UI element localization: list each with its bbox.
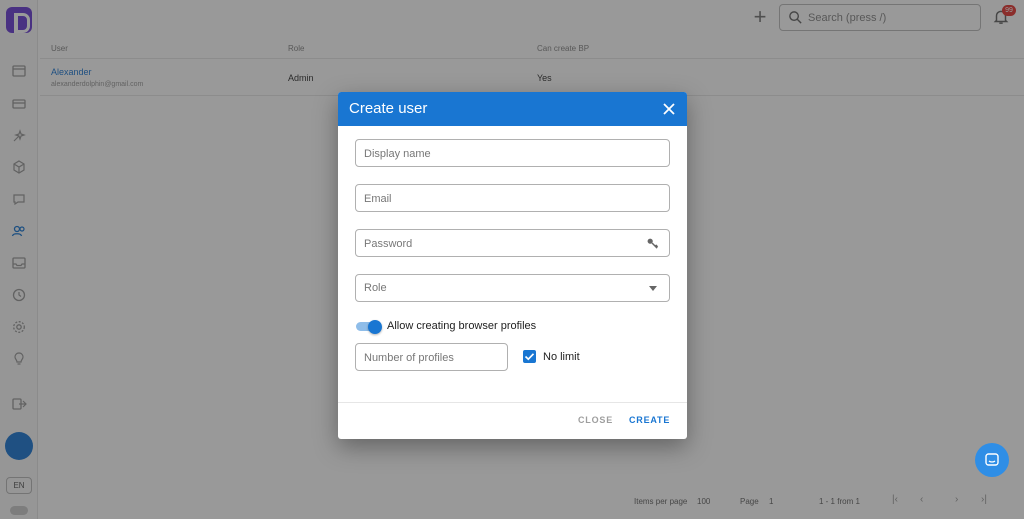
toggle-knob (368, 320, 382, 334)
allow-profiles-label: Allow creating browser profiles (387, 320, 537, 332)
close-icon[interactable] (660, 100, 678, 118)
dialog-header: Create user (338, 92, 687, 126)
display-name-input[interactable] (364, 145, 634, 162)
display-name-field[interactable] (355, 139, 670, 167)
allow-profiles-toggle[interactable] (356, 320, 383, 334)
dialog-title: Create user (349, 100, 428, 117)
role-select[interactable]: Role (355, 274, 670, 302)
no-limit-checkbox[interactable] (523, 350, 536, 363)
number-of-profiles-input[interactable] (364, 349, 499, 366)
chat-support-button[interactable] (975, 443, 1009, 477)
number-of-profiles-field[interactable] (355, 343, 508, 371)
create-button[interactable]: CREATE (629, 415, 670, 425)
key-icon[interactable] (646, 237, 659, 250)
close-button[interactable]: CLOSE (578, 415, 613, 425)
role-select-label: Role (364, 282, 387, 294)
no-limit-label: No limit (543, 351, 580, 363)
dialog-footer-divider (338, 402, 687, 403)
email-input[interactable] (364, 190, 634, 207)
chat-bubble-icon (985, 453, 999, 466)
create-user-dialog: Create user Role Allow creating browser … (338, 92, 687, 439)
email-field[interactable] (355, 184, 670, 212)
password-input[interactable] (364, 235, 634, 252)
dropdown-arrow-icon (649, 286, 657, 291)
password-field[interactable] (355, 229, 670, 257)
